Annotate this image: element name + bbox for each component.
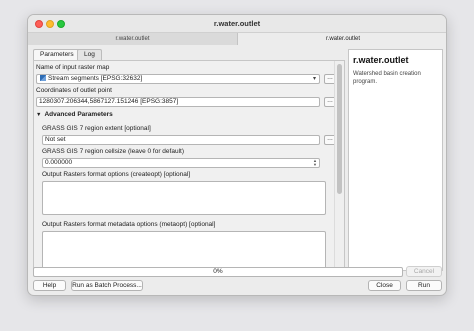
document-tab-2[interactable]: r.water.outlet <box>238 33 446 45</box>
run-button[interactable]: Run <box>406 280 442 291</box>
input-raster-value: Stream segments [EPSG:32632] <box>48 75 143 82</box>
help-button[interactable]: Help <box>33 280 66 291</box>
window-title: r.water.outlet <box>213 19 261 28</box>
metaopt-textarea[interactable] <box>42 231 326 270</box>
input-raster-select[interactable]: Stream segments [EPSG:32632] ▾ <box>36 74 320 84</box>
dialog-window: r.water.outlet r.water.outlet r.water.ou… <box>27 14 447 296</box>
help-description: Watershed basin creation program. <box>353 71 421 85</box>
tab-parameters[interactable]: Parameters <box>33 49 81 60</box>
help-pane: r.water.outlet Watershed basin creation … <box>348 49 443 271</box>
parameters-panel: Name of input raster map Stream segments… <box>33 60 345 271</box>
coords-input[interactable]: 1280307.206344,5867127.151246 [EPSG:3857… <box>36 97 320 107</box>
tab-log[interactable]: Log <box>77 49 102 60</box>
triangle-down-icon: ▼ <box>36 112 42 118</box>
cellsize-spinbox[interactable]: 0.000000 ▲ ▼ <box>42 158 320 168</box>
input-raster-label: Name of input raster map <box>36 64 110 71</box>
metaopt-label: Output Rasters format metadata options (… <box>42 221 216 228</box>
region-extent-input[interactable]: Not set <box>42 135 320 145</box>
createopt-textarea[interactable] <box>42 181 326 215</box>
cellsize-label: GRASS GIS 7 region cellsize (leave 0 for… <box>42 148 184 155</box>
advanced-parameters-toggle[interactable]: ▼ Advanced Parameters <box>36 111 113 118</box>
advanced-parameters-label: Advanced Parameters <box>44 111 113 118</box>
cancel-button[interactable]: Cancel <box>406 266 442 277</box>
raster-layer-icon <box>40 75 46 81</box>
cellsize-value: 0.000000 <box>45 159 73 166</box>
progress-bar: 0% <box>33 267 403 277</box>
region-extent-label: GRASS GIS 7 region extent [optional] <box>42 125 151 132</box>
help-title: r.water.outlet <box>353 55 409 65</box>
spin-arrows-icon[interactable]: ▲ ▼ <box>313 159 317 167</box>
scroll-thumb[interactable] <box>337 64 342 194</box>
createopt-label: Output Rasters format options (createopt… <box>42 171 191 178</box>
close-button[interactable]: Close <box>368 280 401 291</box>
chevron-down-icon: ▾ <box>312 76 316 82</box>
run-batch-button[interactable]: Run as Batch Process... <box>71 280 143 291</box>
parameters-scrollbar[interactable] <box>334 61 344 270</box>
document-tab-1[interactable]: r.water.outlet <box>28 33 238 45</box>
title-bar: r.water.outlet <box>28 15 446 33</box>
progress-text: 0% <box>213 268 223 275</box>
document-tab-bar: r.water.outlet r.water.outlet <box>28 33 446 45</box>
parameters-pane: Parameters Log Name of input raster map … <box>33 49 345 271</box>
coords-label: Coordinates of outlet point <box>36 87 112 94</box>
